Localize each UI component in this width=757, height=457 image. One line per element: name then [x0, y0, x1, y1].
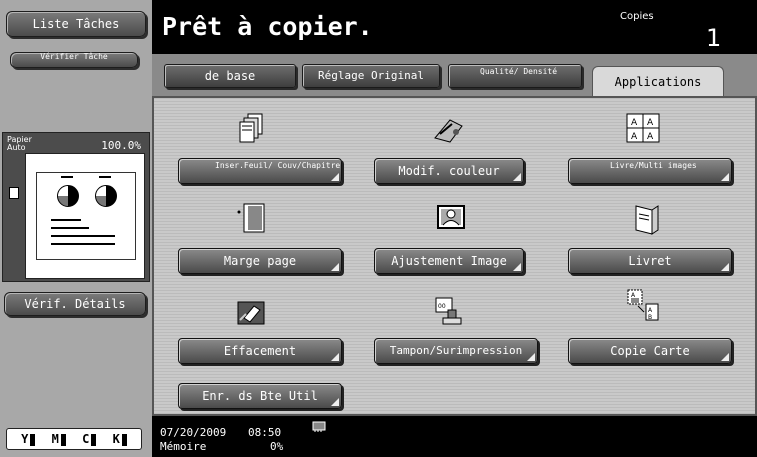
erase-icon [237, 301, 265, 325]
book-multi-image-button[interactable]: Livre/Multi images [568, 158, 732, 184]
image-adjust-icon [437, 205, 465, 229]
tab-quality-density[interactable]: Qualité/ Densité [448, 64, 582, 88]
preview-line [51, 227, 89, 229]
toner-level-bar [91, 434, 97, 446]
applications-panel: Inser.Feuil/ Couv/Chapitre Modif. couleu… [152, 96, 757, 416]
card-copy-icon: A A B [627, 289, 659, 321]
memory-icon [312, 421, 326, 432]
preview-line [51, 219, 81, 221]
tab-basic[interactable]: de base [164, 64, 296, 88]
color-adjust-icon [434, 119, 463, 143]
preview-line [51, 235, 115, 237]
memory-label: Mémoire [160, 440, 207, 453]
card-copy-button[interactable]: Copie Carte [568, 338, 732, 364]
toner-m: M [52, 432, 66, 446]
status-message: Prêt à copier. [162, 12, 373, 41]
paper-preview-box: Papier Auto 100.0% [2, 132, 150, 282]
job-list-button[interactable]: Liste Tâches [6, 11, 146, 37]
preview-dash-icon [61, 176, 73, 178]
page-margin-icon [237, 203, 265, 233]
left-panel: Liste Tâches Vérifier Tâche Papier Auto … [0, 0, 152, 457]
color-adjust-button[interactable]: Modif. couleur [374, 158, 524, 184]
svg-text:A: A [647, 132, 654, 142]
copies-label: Copies [620, 11, 654, 22]
paper-label: Papier Auto [7, 135, 32, 152]
toner-level-bar [121, 434, 127, 446]
check-job-button[interactable]: Vérifier Tâche [10, 52, 138, 68]
stamp-icon: 00 [435, 297, 462, 325]
svg-text:A: A [647, 118, 654, 128]
booklet-icon [635, 205, 659, 235]
insert-sheet-icon [239, 113, 263, 143]
pie-chart-icon [95, 185, 117, 207]
tab-applications[interactable]: Applications [592, 66, 724, 96]
check-details-button[interactable]: Vérif. Détails [4, 292, 146, 316]
zoom-value: 100.0% [101, 139, 141, 152]
preview-line [51, 243, 115, 245]
svg-text:A: A [631, 132, 638, 142]
page-margin-button[interactable]: Marge page [178, 248, 342, 274]
svg-text:A: A [631, 118, 638, 128]
preview-sheet [36, 172, 136, 260]
toner-level-bar [30, 434, 36, 446]
erase-button[interactable]: Effacement [178, 338, 342, 364]
stamp-overlay-button[interactable]: Tampon/Surimpression [374, 338, 538, 364]
toner-c: C [82, 432, 97, 446]
toner-indicator: Y M C K [6, 428, 142, 450]
current-time: 08:50 [248, 426, 282, 439]
page-count-icon [9, 187, 19, 199]
book-multi-image-icon: AA AA [626, 113, 660, 143]
memory-value: 0% [270, 440, 284, 453]
preview-dash-icon [99, 176, 111, 178]
status-footer: 07/20/2009 08:50 Mémoire 0% [152, 416, 757, 457]
tab-bar: de base Réglage Original Qualité/ Densit… [152, 54, 757, 96]
tab-original-settings[interactable]: Réglage Original [302, 64, 440, 88]
svg-text:00: 00 [438, 303, 446, 310]
toner-level-bar [60, 434, 66, 446]
current-date: 07/20/2009 [160, 426, 227, 439]
svg-text:B: B [648, 314, 652, 321]
save-to-user-box-button[interactable]: Enr. ds Bte Util [178, 383, 342, 409]
insert-sheet-button[interactable]: Inser.Feuil/ Couv/Chapitre [178, 158, 342, 184]
toner-k: K [113, 432, 127, 446]
toner-y: Y [21, 432, 36, 446]
booklet-button[interactable]: Livret [568, 248, 732, 274]
image-adjust-button[interactable]: Ajustement Image [374, 248, 524, 274]
copy-preview [25, 153, 145, 279]
copies-value[interactable]: 1 [706, 24, 721, 52]
pie-chart-icon [57, 185, 79, 207]
